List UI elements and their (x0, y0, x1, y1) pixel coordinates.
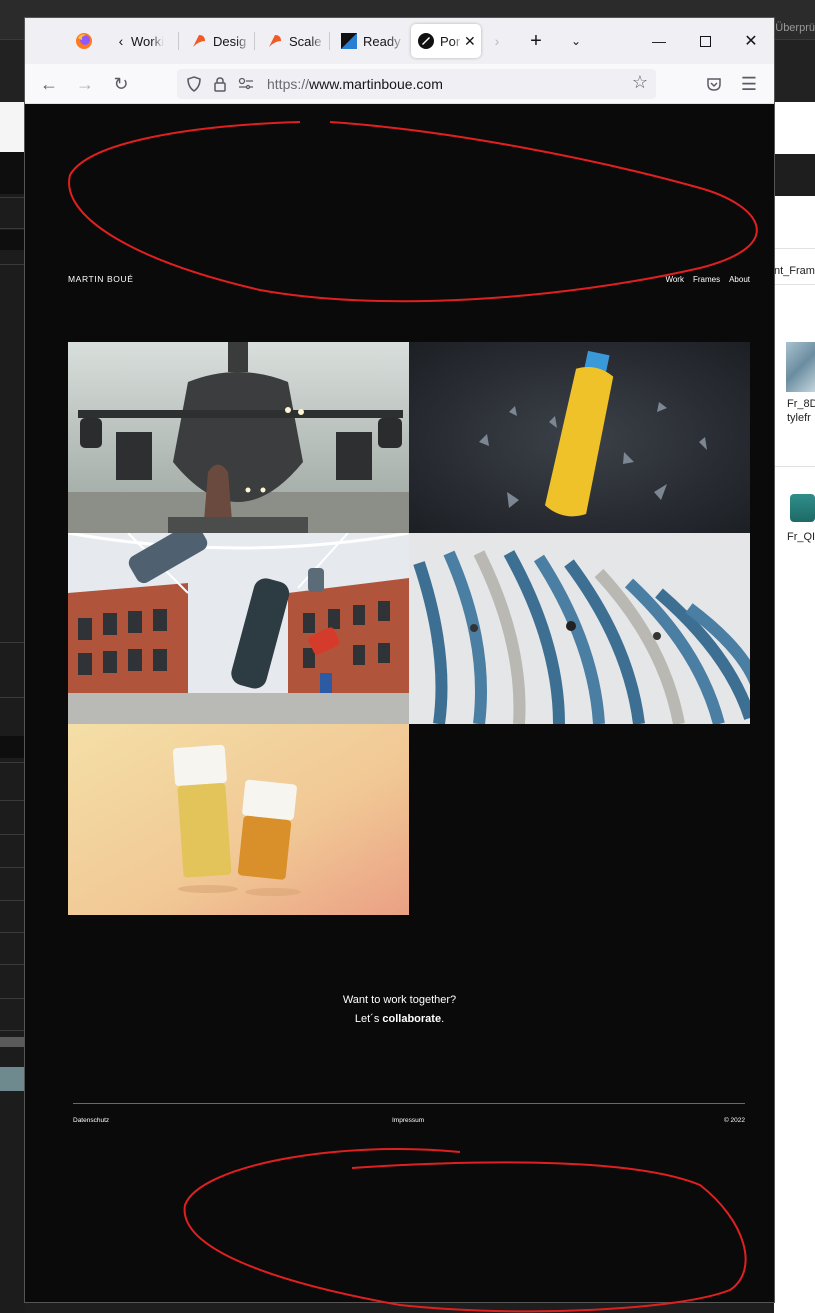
footer-imprint-link[interactable]: Impressum (392, 1117, 424, 1124)
new-tab-plus-icon[interactable]: + (521, 24, 551, 58)
tab-portfolio-active[interactable]: Por ✕ (411, 24, 481, 58)
background-folder-label: nt_Fram (774, 265, 815, 277)
background-left-panel (0, 102, 25, 1313)
figma-orange-icon-2 (269, 35, 281, 47)
background-right-panel: nt_Fram Fr_8D tylefr Fr_QI (774, 102, 815, 1313)
cta-question: Want to work together? (342, 994, 457, 1006)
figma-orange-icon (193, 35, 205, 47)
portfolio-item-helicopter[interactable] (68, 342, 409, 533)
reload-icon[interactable]: ↻ (105, 68, 137, 100)
background-file-name-2: tylefr (787, 412, 811, 424)
portfolio-favicon (418, 33, 434, 49)
background-file-thumbnail (786, 342, 815, 392)
close-tab-icon[interactable]: ✕ (464, 33, 476, 50)
ready-tab-icon (341, 33, 357, 49)
tab-title: Worki (131, 33, 164, 49)
forward-arrow-icon[interactable]: → (69, 68, 101, 100)
tab-working[interactable]: Worki (131, 24, 177, 58)
navigation-bar: ← → ↻ https://www.martinboue.com ☆ ☰ (25, 64, 774, 104)
back-arrow-icon[interactable]: ← (33, 68, 65, 100)
url-text[interactable]: https://www.martinboue.com (267, 76, 443, 92)
tab-design[interactable]: Desig (191, 24, 251, 58)
footer-privacy-link[interactable]: Datenschutz (73, 1117, 109, 1124)
background-file-name-3: Fr_QI (787, 531, 815, 543)
nav-about[interactable]: About (729, 275, 750, 284)
portfolio-item-floating-cars[interactable] (68, 533, 409, 724)
list-all-tabs-chevron-icon[interactable]: ⌄ (561, 24, 591, 58)
portfolio-item-juice-bottle[interactable] (409, 342, 750, 533)
background-file-thumbnail-2 (790, 494, 815, 522)
pocket-icon[interactable] (698, 68, 730, 100)
bookmark-star-icon[interactable]: ☆ (632, 72, 648, 93)
tracking-shield-icon (187, 76, 201, 92)
footer-divider (73, 1103, 745, 1104)
url-bar[interactable]: https://www.martinboue.com ☆ (177, 69, 656, 99)
firefox-view-button[interactable] (69, 24, 99, 58)
maximize-icon[interactable] (682, 18, 728, 64)
permissions-icon (238, 77, 253, 90)
site-nav: Work Frames About (665, 275, 750, 284)
background-file-name: Fr_8D (787, 398, 815, 410)
webpage: MARTIN BOUÉ Work Frames About Want to wo… (25, 104, 774, 1302)
tab-scroll-right[interactable]: › (485, 24, 509, 58)
footer-copyright: © 2022 (723, 1117, 745, 1124)
background-app-text: Überprü (775, 22, 815, 34)
lock-icon (214, 77, 226, 92)
tab-bar: ‹ Worki Desig Scale Ready Por ✕ › + ⌄ — (25, 18, 774, 64)
portfolio-item-blue-bench[interactable] (409, 533, 750, 724)
site-logo[interactable]: MARTIN BOUÉ (68, 274, 133, 284)
browser-window: ‹ Worki Desig Scale Ready Por ✕ › + ⌄ — (25, 18, 774, 1302)
nav-work[interactable]: Work (665, 275, 684, 284)
tab-scroll-left[interactable]: ‹ (111, 24, 131, 58)
firefox-icon (76, 33, 92, 49)
collaborate-link[interactable]: collaborate (382, 1013, 441, 1025)
portfolio-item-babor-bottles[interactable] (68, 724, 409, 915)
minimize-icon[interactable]: — (636, 18, 682, 64)
tab-scale[interactable]: Scale (267, 24, 325, 58)
cta-collaborate[interactable]: Let´s collaborate. (25, 1013, 774, 1025)
close-window-icon[interactable]: ✕ (728, 18, 774, 64)
hamburger-menu-icon[interactable]: ☰ (733, 68, 765, 100)
portfolio-grid (68, 342, 750, 917)
tab-ready[interactable]: Ready (341, 24, 405, 58)
nav-frames[interactable]: Frames (693, 275, 720, 284)
